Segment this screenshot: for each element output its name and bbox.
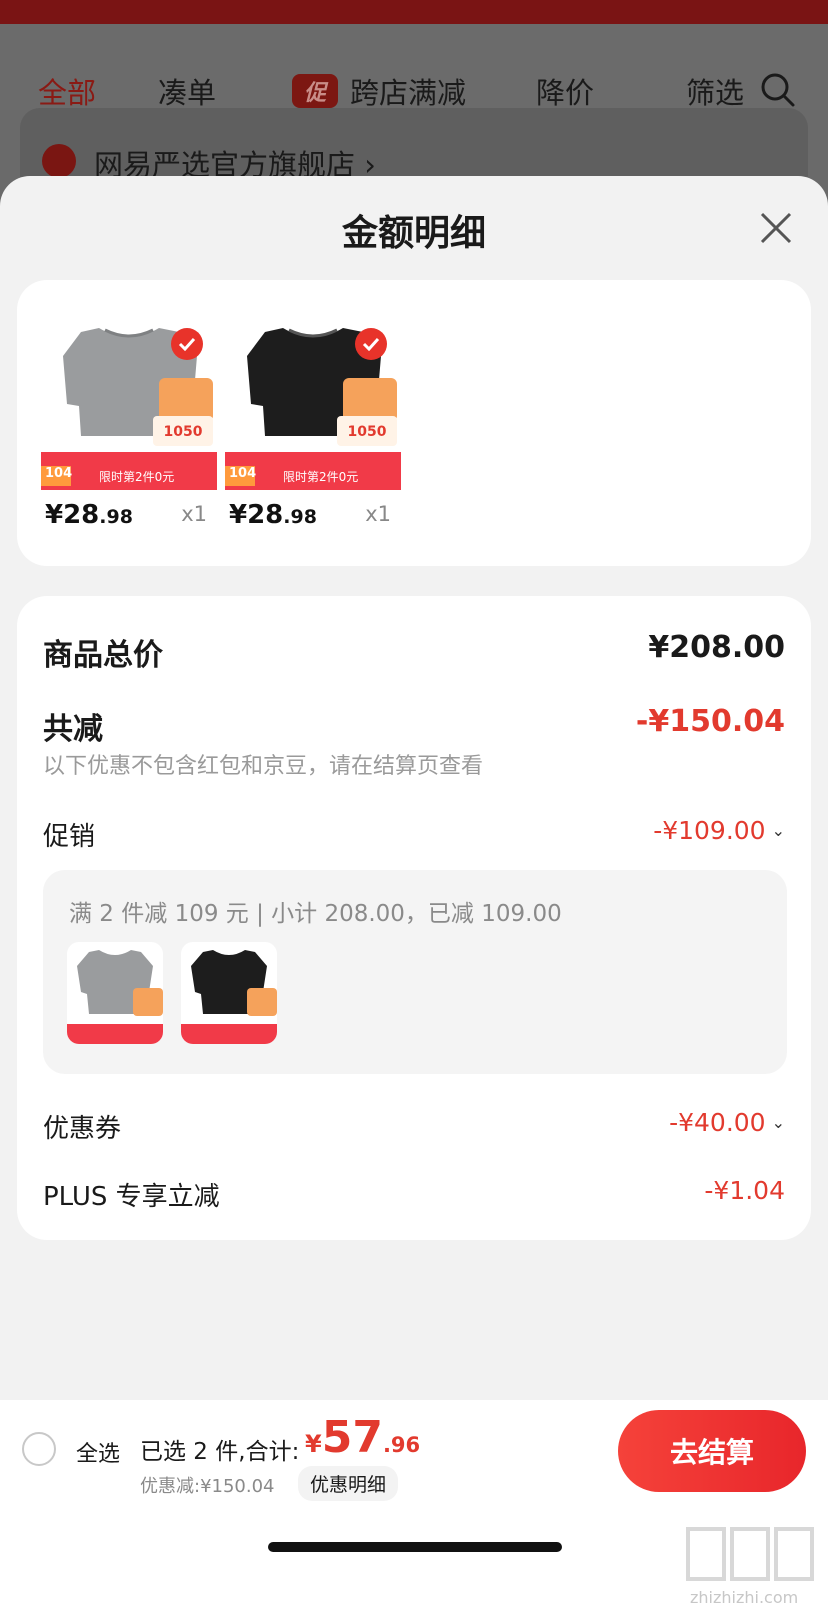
coupon-value: -¥40.00 <box>669 1108 766 1137</box>
watermark-text: zhizhizhi.com <box>690 1588 799 1607</box>
plus-value: -¥1.04 <box>704 1176 785 1205</box>
total-price-value: ¥208.00 <box>648 630 785 665</box>
price-summary-card: 商品总价 ¥208.00 共减 -¥150.04 以下优惠不包含红包和京豆，请在… <box>17 596 811 1240</box>
badge-sale-text: 限时第2件0元 <box>99 470 175 484</box>
filter-tabs: 全部 凑单 促 跨店满减 降价 筛选 <box>0 24 828 110</box>
tab-bundle[interactable]: 凑单 <box>158 70 216 112</box>
close-icon[interactable] <box>756 208 796 248</box>
tshirt-gray-icon <box>67 950 163 1044</box>
checked-icon[interactable] <box>355 328 387 360</box>
promo-product-thumb <box>67 942 163 1044</box>
home-indicator <box>268 1542 562 1552</box>
tab-all[interactable]: 全部 <box>38 70 96 112</box>
sheet-title: 金额明细 <box>341 213 486 254</box>
total-price-label: 商品总价 <box>43 638 163 673</box>
chevron-down-icon: ⌄ <box>771 1113 785 1132</box>
select-all-radio[interactable] <box>22 1432 56 1466</box>
svg-text:1050: 1050 <box>348 424 387 440</box>
tab-filter[interactable]: 筛选 <box>686 70 746 112</box>
product-image: 1050 104 限时第2件0元 <box>225 316 401 490</box>
svg-text:1050: 1050 <box>164 424 203 440</box>
product-quantity: x1 <box>181 502 207 526</box>
discount-note: 以下优惠不包含红包和京豆，请在结算页查看 <box>43 754 484 779</box>
checkout-button[interactable]: 去结算 <box>618 1410 806 1492</box>
total-reduce-label: 共减 <box>43 712 103 747</box>
promo-value: -¥109.00 <box>653 816 766 845</box>
search-icon[interactable] <box>760 72 796 108</box>
promo-detail-text: 满 2 件减 109 元 | 小计 208.00，已减 109.00 <box>69 901 562 927</box>
product-quantity: x1 <box>365 502 391 526</box>
products-card: 1050 104 限时第2件0元 ¥28.98 x1 1050 104 限时第2… <box>17 280 811 566</box>
total-reduce-value: -¥150.04 <box>635 704 785 739</box>
product-item[interactable]: 1050 104 限时第2件0元 ¥28.98 x1 <box>225 316 401 530</box>
promo-label: 促销 <box>43 822 96 852</box>
product-price: ¥28.98 <box>45 500 133 530</box>
product-image: 1050 104 限时第2件0元 <box>41 316 217 490</box>
badge-sale-text: 限时第2件0元 <box>283 470 359 484</box>
promo-row[interactable]: -¥109.00 ⌄ <box>653 816 785 845</box>
promo-product-thumb <box>181 942 277 1044</box>
product-price: ¥28.98 <box>229 500 317 530</box>
discount-detail-button[interactable]: 优惠明细 <box>298 1466 399 1501</box>
selected-count: 已选 2 件,合计: <box>140 1439 300 1465</box>
badge-number: 104 <box>45 466 73 481</box>
plus-label: PLUS 专享立减 <box>43 1182 220 1212</box>
promo-tag: 促 <box>292 74 338 108</box>
status-area <box>0 0 828 24</box>
select-all-label[interactable]: 全选 <box>76 1436 120 1468</box>
chevron-down-icon: ⌄ <box>771 821 785 840</box>
amount-detail-sheet: 金额明细 1050 104 限时第2件0元 ¥28.98 x1 1050 104… <box>0 176 828 1613</box>
store-check-icon <box>42 144 76 178</box>
saved-amount: 优惠减:¥150.04 <box>140 1476 275 1497</box>
product-item[interactable]: 1050 104 限时第2件0元 ¥28.98 x1 <box>41 316 217 530</box>
coupon-row[interactable]: -¥40.00 ⌄ <box>669 1108 785 1137</box>
promo-detail-box: 满 2 件减 109 元 | 小计 208.00，已减 109.00 <box>43 870 787 1074</box>
tab-cross-store[interactable]: 跨店满减 <box>350 70 466 112</box>
badge-number: 104 <box>229 466 257 481</box>
tab-price-drop[interactable]: 降价 <box>536 70 594 112</box>
total-amount: ¥57.96 <box>305 1412 421 1463</box>
tshirt-black-icon <box>181 950 277 1044</box>
checked-icon[interactable] <box>171 328 203 360</box>
coupon-label: 优惠券 <box>43 1114 122 1144</box>
